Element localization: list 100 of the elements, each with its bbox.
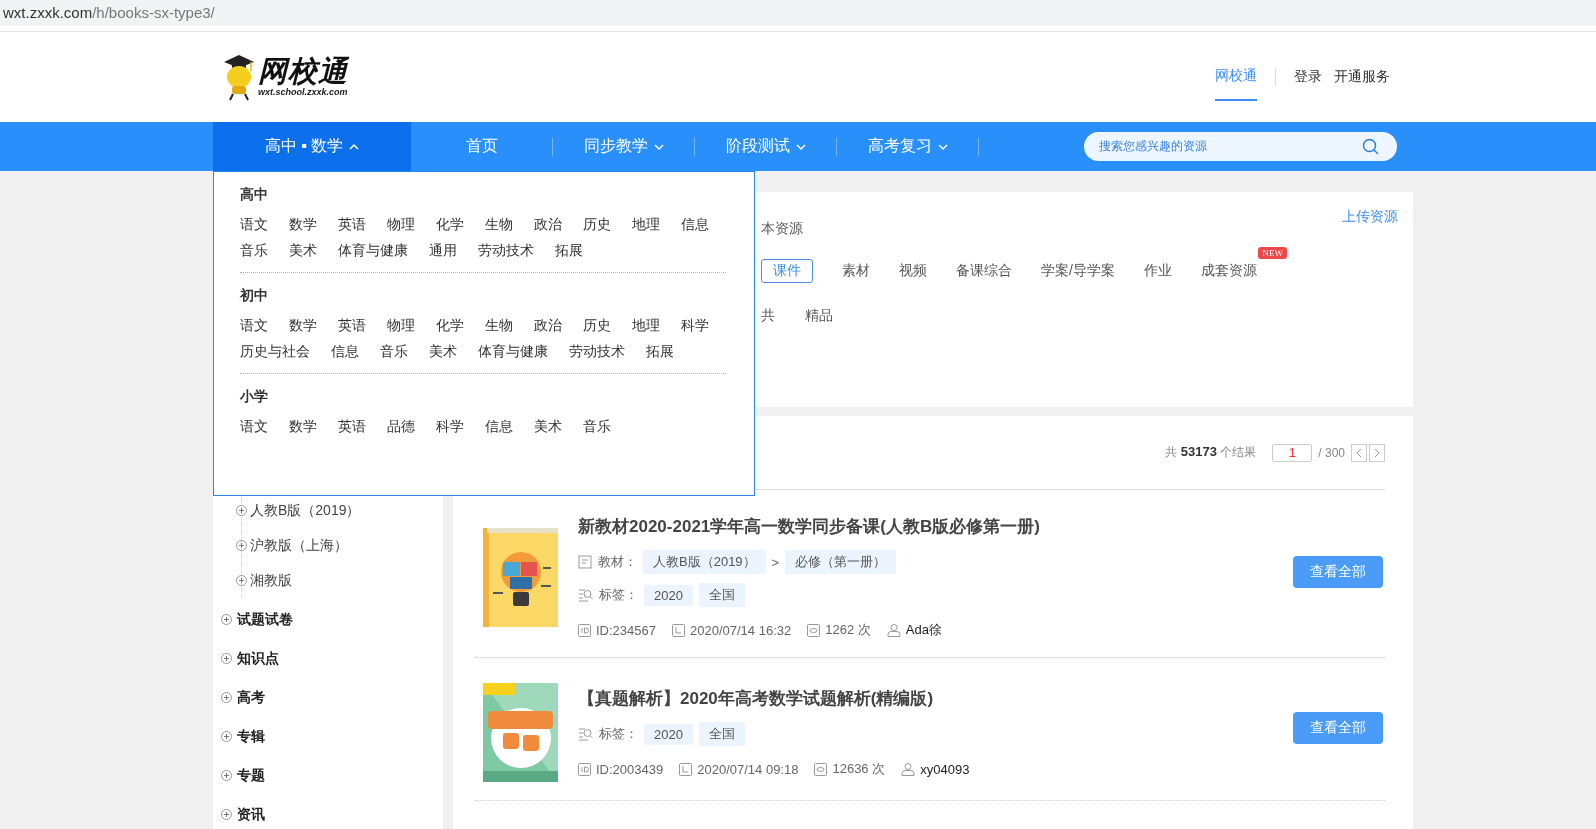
author-name[interactable]: xy04093 — [920, 761, 970, 777]
subject-link[interactable]: 体育与健康 — [338, 241, 408, 260]
category-item[interactable]: 资讯 — [237, 805, 265, 824]
subject-link[interactable]: 历史 — [583, 215, 611, 234]
subject-link[interactable]: 历史与社会 — [240, 342, 310, 361]
textbook-tag[interactable]: 必修（第一册） — [785, 550, 897, 574]
type-tab[interactable]: 作业 — [1143, 259, 1172, 283]
subject-link[interactable]: 劳动技术 — [478, 241, 534, 260]
user-icon — [901, 762, 916, 776]
id-icon — [578, 762, 591, 776]
nav-tab[interactable]: 高中 ▪ 数学 — [213, 122, 411, 171]
field-label: 标签： — [599, 586, 638, 604]
subject-link[interactable]: 语文 — [240, 215, 268, 234]
tag-search-icon — [578, 588, 593, 602]
search-icon — [1362, 138, 1379, 155]
field-label: 标签： — [599, 725, 638, 743]
subject-link[interactable]: 科学 — [681, 316, 709, 335]
type-tab[interactable]: 素材 — [842, 259, 870, 283]
resource-id: ID:2003439 — [596, 761, 664, 777]
subject-link[interactable]: 英语 — [338, 316, 366, 335]
next-page-icon[interactable] — [1369, 443, 1385, 462]
subject-link[interactable]: 物理 — [387, 215, 415, 234]
subject-link[interactable]: 化学 — [436, 316, 464, 335]
view-count: 12636 次 — [832, 760, 886, 778]
subject-link[interactable]: 信息 — [331, 342, 359, 361]
section-title: 初中 — [240, 287, 268, 305]
header-link[interactable]: 开通服务 — [1334, 60, 1390, 94]
tree-item[interactable]: 湘教版 — [250, 571, 292, 590]
subject-link[interactable]: 政治 — [534, 316, 562, 335]
type-tab[interactable]: 视频 — [899, 259, 927, 283]
clock-icon — [672, 623, 685, 637]
subject-link[interactable]: 音乐 — [583, 417, 611, 436]
author-name[interactable]: Ada徐 — [905, 621, 942, 639]
subject-link[interactable]: 历史 — [583, 316, 611, 335]
subject-link[interactable]: 科学 — [436, 417, 464, 436]
document-icon — [578, 555, 592, 569]
page-total: / 300 — [1318, 445, 1345, 460]
resource-title[interactable]: 【真题解析】2020年高考数学试题解析(精编版) — [578, 687, 1273, 711]
category-item[interactable]: 试题试卷 — [237, 610, 293, 629]
upload-date: 2020/07/14 09:18 — [697, 761, 799, 777]
eye-icon — [807, 623, 821, 637]
subject-link[interactable]: 数学 — [289, 316, 317, 335]
subject-link[interactable]: 信息 — [485, 417, 513, 436]
subject-link[interactable]: 信息 — [681, 215, 709, 234]
subject-link[interactable]: 体育与健康 — [478, 342, 548, 361]
subject-link[interactable]: 数学 — [289, 417, 317, 436]
user-icon — [886, 623, 901, 637]
tag-chip[interactable]: 全国 — [698, 722, 745, 746]
type-tab[interactable]: 学案/导学案 — [1041, 259, 1115, 283]
subject-link[interactable]: 政治 — [534, 215, 562, 234]
tag-chip[interactable]: 全国 — [698, 583, 745, 607]
subject-link[interactable]: 数学 — [289, 215, 317, 234]
subject-link[interactable]: 物理 — [387, 316, 415, 335]
subject-link[interactable]: 拓展 — [646, 342, 674, 361]
eye-icon — [814, 762, 828, 776]
subject-link[interactable]: 拓展 — [555, 241, 583, 260]
resource-title[interactable]: 新教材2020-2021学年高一数学同步备课(人教B版必修第一册) — [578, 515, 1273, 539]
previous-page-icon[interactable] — [1351, 443, 1367, 462]
tag-chip[interactable]: 2020 — [644, 584, 693, 606]
view-count: 1262 次 — [825, 621, 871, 639]
page-input[interactable]: 1 — [1272, 443, 1313, 462]
section-title: 高中 — [240, 186, 268, 204]
tag-search-icon — [578, 727, 593, 741]
field-label: 教材： — [598, 553, 637, 571]
category-item[interactable]: 专题 — [237, 766, 265, 785]
category-item[interactable]: 专辑 — [237, 727, 265, 746]
subject-link[interactable]: 劳动技术 — [569, 342, 625, 361]
subject-link[interactable]: 美术 — [429, 342, 457, 361]
subject-link[interactable]: 化学 — [436, 215, 464, 234]
tree-item[interactable]: 人教B版（2019） — [250, 501, 361, 520]
tag-chip[interactable]: 2020 — [644, 723, 693, 745]
subject-link[interactable]: 美术 — [534, 417, 562, 436]
logo-text[interactable]: 网校通 — [258, 57, 348, 86]
subject-link[interactable]: 英语 — [338, 417, 366, 436]
search-field[interactable]: 搜索您感兴趣的资源 — [1084, 132, 1397, 161]
subject-link[interactable]: 美术 — [289, 241, 317, 260]
filter-option[interactable]: 共 — [761, 307, 775, 325]
category-item[interactable]: 知识点 — [237, 649, 279, 668]
section-title: 小学 — [240, 388, 268, 406]
subject-link[interactable]: 音乐 — [240, 241, 268, 260]
subject-link[interactable]: 品德 — [387, 417, 415, 436]
subject-link[interactable]: 语文 — [240, 316, 268, 335]
header-link[interactable]: 登录 — [1294, 60, 1322, 94]
resource-id: ID:234567 — [596, 622, 656, 638]
subject-link[interactable]: 生物 — [485, 215, 513, 234]
subject-link[interactable]: 地理 — [632, 316, 660, 335]
subject-link[interactable]: 通用 — [429, 241, 457, 260]
tree-item[interactable]: 沪教版（上海） — [250, 536, 348, 555]
type-tab[interactable]: 备课综合 — [956, 259, 1012, 283]
logo-domain: wxt.school.zxxk.com — [258, 88, 348, 97]
subject-link[interactable]: 英语 — [338, 215, 366, 234]
subject-link[interactable]: 音乐 — [380, 342, 408, 361]
clock-icon — [679, 762, 693, 776]
subject-link[interactable]: 生物 — [485, 316, 513, 335]
subject-link[interactable]: 地理 — [632, 215, 660, 234]
address-bar[interactable]: wxt.zxxk.com/h/books-sx-type3/ — [0, 4, 215, 21]
filter-option[interactable]: 精品 — [805, 307, 833, 325]
subject-link[interactable]: 语文 — [240, 417, 268, 436]
category-item[interactable]: 高考 — [237, 688, 265, 707]
textbook-tag[interactable]: 人教B版（2019） — [643, 550, 766, 574]
